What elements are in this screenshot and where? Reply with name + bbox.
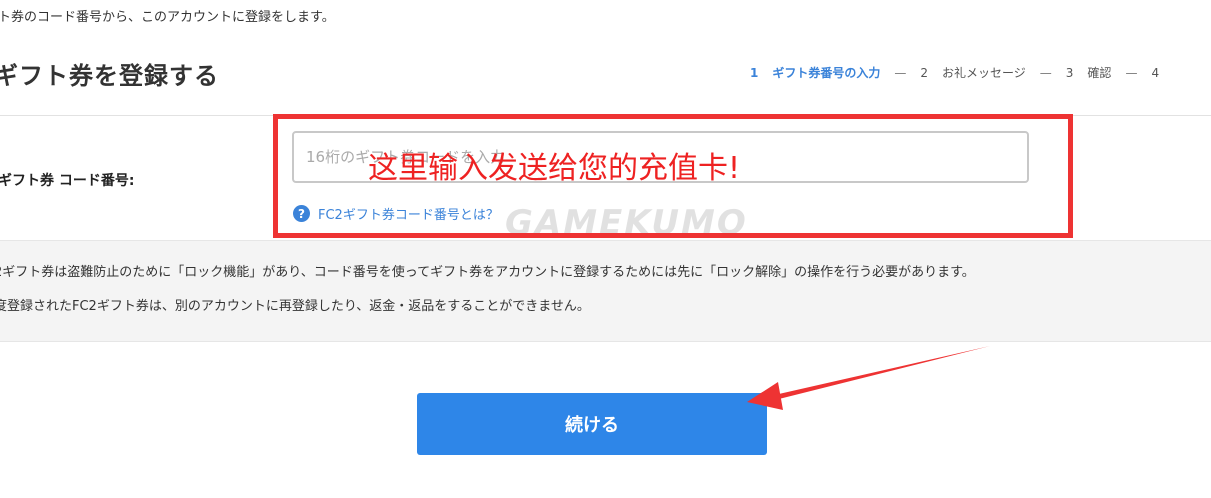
help-link-label: FC2ギフト券コード番号とは？ bbox=[318, 208, 499, 223]
note-no-refund: 度登録されたFC2ギフト券は、別のアカウントに再登録したり、返金・返品をすること… bbox=[0, 299, 590, 314]
continue-button[interactable]: 続ける bbox=[417, 393, 767, 455]
step-1-label: ギフト券番号の入力 bbox=[772, 66, 881, 80]
step-separator: — bbox=[894, 65, 907, 80]
gift-code-label: ギフト券 コード番号: bbox=[0, 173, 135, 189]
step-3-number: 3 bbox=[1065, 65, 1074, 80]
help-link[interactable]: ? FC2ギフト券コード番号とは？ bbox=[293, 204, 499, 223]
note-lock-info: 2ギフト券は盗難防止のために「ロック機能」があり、コード番号を使ってギフト券をア… bbox=[0, 265, 975, 280]
question-icon: ? bbox=[293, 205, 310, 222]
notes-panel: 2ギフト券は盗難防止のために「ロック機能」があり、コード番号を使ってギフト券をア… bbox=[0, 240, 1211, 342]
arrow-shaft bbox=[770, 346, 990, 401]
step-separator: — bbox=[1125, 65, 1138, 80]
gift-code-input[interactable] bbox=[292, 131, 1029, 183]
intro-text: ト券のコード番号から、このアカウントに登録をします。 bbox=[0, 10, 335, 25]
step-3-label: 確認 bbox=[1087, 66, 1112, 80]
step-separator: — bbox=[1039, 65, 1052, 80]
step-4: 4 bbox=[1151, 66, 1173, 80]
step-4-number: 4 bbox=[1151, 65, 1160, 80]
step-2: 2 お礼メッセージ bbox=[920, 64, 1025, 81]
step-2-label: お礼メッセージ bbox=[942, 66, 1026, 80]
step-3: 3 確認 bbox=[1066, 64, 1112, 81]
watermark: GAMEKUMO bbox=[505, 203, 748, 243]
step-1-number: 1 bbox=[750, 65, 759, 80]
step-indicator: 1 ギフト券番号の入力 — 2 お礼メッセージ — 3 確認 — 4 bbox=[750, 64, 1173, 81]
page-title: ギフト券を登録する bbox=[0, 62, 219, 90]
step-1: 1 ギフト券番号の入力 bbox=[750, 64, 880, 81]
divider bbox=[0, 115, 1211, 116]
step-2-number: 2 bbox=[920, 65, 929, 80]
